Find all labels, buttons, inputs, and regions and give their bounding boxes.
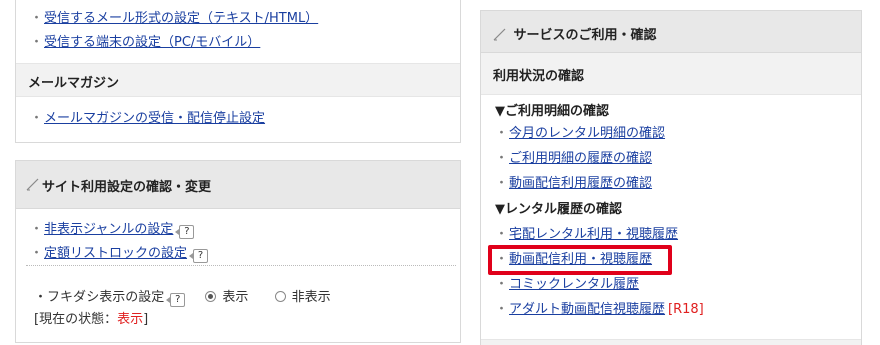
list-item: ・受信する端末の設定（PC/モバイル） bbox=[30, 35, 261, 50]
next-section-header bbox=[481, 339, 861, 345]
list-item: ・非表示ジャンルの設定? bbox=[30, 221, 195, 239]
radio-unchecked-icon bbox=[274, 291, 286, 302]
list-item: ・今月のレンタル明細の確認 bbox=[495, 126, 666, 141]
site-settings-panel: サイト利用設定の確認・変更 ・非表示ジャンルの設定? ・定額リストロックの設定?… bbox=[15, 160, 461, 343]
fukidashi-label: ・フキダシ表示の設定 bbox=[34, 290, 165, 305]
monthly-rental-link[interactable]: 今月のレンタル明細の確認 bbox=[509, 126, 665, 141]
pencil-icon bbox=[26, 178, 39, 191]
home-rental-history-link[interactable]: 宅配レンタル利用・視聴履歴 bbox=[509, 227, 678, 242]
list-item: ・アダルト動画配信視聴履歴 [R18] bbox=[495, 302, 704, 317]
list-item: ・コミックレンタル履歴 bbox=[495, 277, 640, 292]
list-item: ・ご利用明細の履歴の確認 bbox=[495, 151, 653, 166]
usage-status-header: 利用状況の確認 bbox=[481, 53, 861, 95]
fukidashi-setting: ・フキダシ表示の設定? 表示 非表示 bbox=[34, 289, 331, 307]
current-status: [現在の状態：表示] bbox=[34, 312, 149, 327]
adult-video-history-link[interactable]: アダルト動画配信視聴履歴 bbox=[509, 302, 665, 317]
list-item: ・メールマガジンの受信・配信停止設定 bbox=[30, 111, 266, 126]
services-header: サービスのご利用・確認 bbox=[481, 11, 861, 53]
radio-show-option[interactable]: 表示 bbox=[205, 290, 248, 305]
video-viewing-history-link[interactable]: 動画配信利用・視聴履歴 bbox=[509, 252, 652, 267]
help-icon[interactable]: ? bbox=[166, 293, 186, 307]
help-icon[interactable]: ? bbox=[175, 225, 195, 239]
list-item: ・定額リストロックの設定? bbox=[30, 245, 209, 263]
radio-checked-icon bbox=[205, 291, 217, 302]
divider bbox=[26, 265, 456, 266]
site-settings-header: サイト利用設定の確認・変更 bbox=[16, 161, 460, 209]
pencil-icon bbox=[493, 28, 506, 41]
radio-hide-option[interactable]: 非表示 bbox=[274, 290, 331, 305]
mail-settings-panel: ・受信するメール形式の設定（テキスト/HTML） ・受信する端末の設定（PC/モ… bbox=[15, 0, 461, 143]
list-item: ・宅配レンタル利用・視聴履歴 bbox=[495, 227, 679, 242]
usage-details-section: ▼ご利用明細の確認 bbox=[495, 104, 609, 119]
list-item: ・動画配信利用履歴の確認 bbox=[495, 176, 653, 191]
mail-device-link[interactable]: 受信する端末の設定（PC/モバイル） bbox=[44, 35, 260, 50]
hidden-genre-link[interactable]: 非表示ジャンルの設定 bbox=[44, 222, 173, 237]
rental-history-section: ▼レンタル履歴の確認 bbox=[495, 202, 622, 217]
list-item: ・動画配信利用・視聴履歴 bbox=[495, 252, 653, 267]
video-usage-history-link[interactable]: 動画配信利用履歴の確認 bbox=[509, 176, 652, 191]
r18-badge: [R18] bbox=[668, 302, 704, 317]
list-lock-link[interactable]: 定額リストロックの設定 bbox=[44, 246, 187, 261]
services-panel: サービスのご利用・確認 利用状況の確認 ▼ご利用明細の確認 ・今月のレンタル明細… bbox=[480, 10, 862, 345]
status-value: 表示 bbox=[117, 312, 144, 327]
mail-format-link[interactable]: 受信するメール形式の設定（テキスト/HTML） bbox=[44, 11, 318, 26]
help-icon[interactable]: ? bbox=[189, 249, 209, 263]
list-item: ・受信するメール形式の設定（テキスト/HTML） bbox=[30, 11, 319, 26]
site-settings-title: サイト利用設定の確認・変更 bbox=[42, 180, 212, 195]
usage-history-link[interactable]: ご利用明細の履歴の確認 bbox=[509, 151, 652, 166]
comic-rental-history-link[interactable]: コミックレンタル履歴 bbox=[509, 277, 639, 292]
mail-magazine-header: メールマガジン bbox=[16, 63, 460, 97]
mail-magazine-link[interactable]: メールマガジンの受信・配信停止設定 bbox=[44, 111, 265, 126]
services-title: サービスのご利用・確認 bbox=[513, 28, 657, 43]
